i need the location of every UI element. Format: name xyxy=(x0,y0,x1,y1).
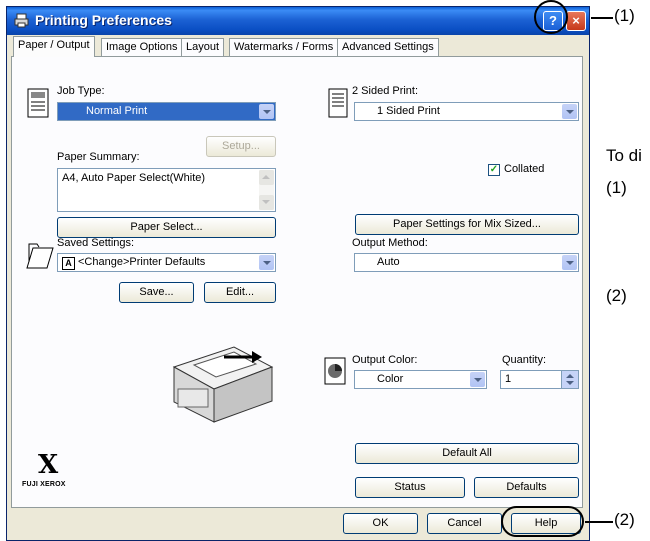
output-color-select[interactable]: Color xyxy=(354,370,487,389)
document-icon xyxy=(27,88,49,118)
status-button[interactable]: Status xyxy=(355,477,465,498)
tab-paper-output[interactable]: Paper / Output xyxy=(13,36,95,57)
side-intro-text: To di xyxy=(606,146,642,165)
saved-settings-select[interactable]: A <Change>Printer Defaults xyxy=(57,253,276,272)
brand-text: FUJI XEROX xyxy=(22,481,66,488)
printer-illustration-icon xyxy=(172,346,274,423)
paper-summary-label: Paper Summary: xyxy=(57,151,140,163)
two-sided-select[interactable]: 1 Sided Print xyxy=(354,102,579,121)
color-document-icon xyxy=(324,357,346,385)
collated-checkbox[interactable]: ✓ xyxy=(488,164,500,176)
saved-settings-value: <Change>Printer Defaults xyxy=(78,256,206,268)
paper-summary-scrollbar[interactable] xyxy=(259,170,274,210)
two-sided-label: 2 Sided Print: xyxy=(352,85,419,97)
paper-summary-value: A4, Auto Paper Select(White) xyxy=(62,172,206,184)
duplex-document-icon xyxy=(328,88,348,118)
job-type-select[interactable]: Normal Print xyxy=(57,102,276,121)
output-color-value: Color xyxy=(377,373,404,385)
paper-select-button[interactable]: Paper Select... xyxy=(57,217,276,238)
chevron-down-icon[interactable] xyxy=(562,104,577,119)
tab-layout[interactable]: Layout xyxy=(181,38,225,56)
edit-button[interactable]: Edit... xyxy=(204,282,276,303)
chevron-down-icon[interactable] xyxy=(259,104,274,119)
scroll-up-icon[interactable] xyxy=(259,170,274,185)
titlebar-close-button[interactable]: × xyxy=(566,11,586,31)
ok-button[interactable]: OK xyxy=(343,513,418,534)
quantity-label: Quantity: xyxy=(502,354,547,366)
scroll-down-icon[interactable] xyxy=(259,195,274,210)
folder-icon xyxy=(26,243,54,269)
tab-image-options[interactable]: Image Options xyxy=(101,38,183,56)
job-type-value: Normal Print xyxy=(86,105,148,117)
chevron-down-icon[interactable] xyxy=(259,255,274,270)
side-item-2: (2) xyxy=(606,286,627,305)
chevron-down-icon[interactable] xyxy=(562,255,577,270)
saved-settings-badge: A xyxy=(62,257,75,270)
callout-label-1: (1) xyxy=(614,6,635,25)
tab-panel: Job Type: Normal Print Setup... Paper Su… xyxy=(11,56,583,508)
default-all-button[interactable]: Default All xyxy=(355,443,579,464)
callout-label-2: (2) xyxy=(614,510,635,529)
job-type-label: Job Type: xyxy=(57,85,105,97)
setup-button[interactable]: Setup... xyxy=(206,136,276,157)
tab-advanced-settings[interactable]: Advanced Settings xyxy=(337,38,439,56)
two-sided-value: 1 Sided Print xyxy=(377,105,440,117)
defaults-button[interactable]: Defaults xyxy=(474,477,579,498)
chevron-down-icon[interactable] xyxy=(470,372,485,387)
paper-settings-mix-sized-button[interactable]: Paper Settings for Mix Sized... xyxy=(355,214,579,235)
output-method-select[interactable]: Auto xyxy=(354,253,579,272)
tab-watermarks-forms[interactable]: Watermarks / Forms xyxy=(229,38,339,56)
output-color-label: Output Color: xyxy=(352,354,418,366)
callout-line-2 xyxy=(585,521,613,523)
output-method-label: Output Method: xyxy=(352,237,428,249)
callout-circle-2 xyxy=(501,506,584,537)
title-bar[interactable]: Printing Preferences ? × xyxy=(7,7,589,35)
side-item-1: (1) xyxy=(606,178,627,197)
xerox-logo-icon: X xyxy=(38,450,59,480)
quantity-input[interactable]: 1 xyxy=(500,370,562,389)
printer-icon xyxy=(14,13,29,28)
callout-line-1 xyxy=(591,17,613,19)
quantity-value: 1 xyxy=(505,373,512,385)
cancel-button[interactable]: Cancel xyxy=(427,513,502,534)
saved-settings-label: Saved Settings: xyxy=(57,237,135,249)
quantity-stepper[interactable] xyxy=(562,370,579,389)
callout-circle-1 xyxy=(534,0,568,34)
printing-preferences-dialog: Printing Preferences ? × Paper / Output … xyxy=(6,6,590,541)
collated-label: Collated xyxy=(504,163,545,175)
save-button[interactable]: Save... xyxy=(119,282,194,303)
paper-summary-box: A4, Auto Paper Select(White) xyxy=(57,168,276,212)
window-title: Printing Preferences xyxy=(35,12,172,28)
output-method-value: Auto xyxy=(377,256,400,268)
